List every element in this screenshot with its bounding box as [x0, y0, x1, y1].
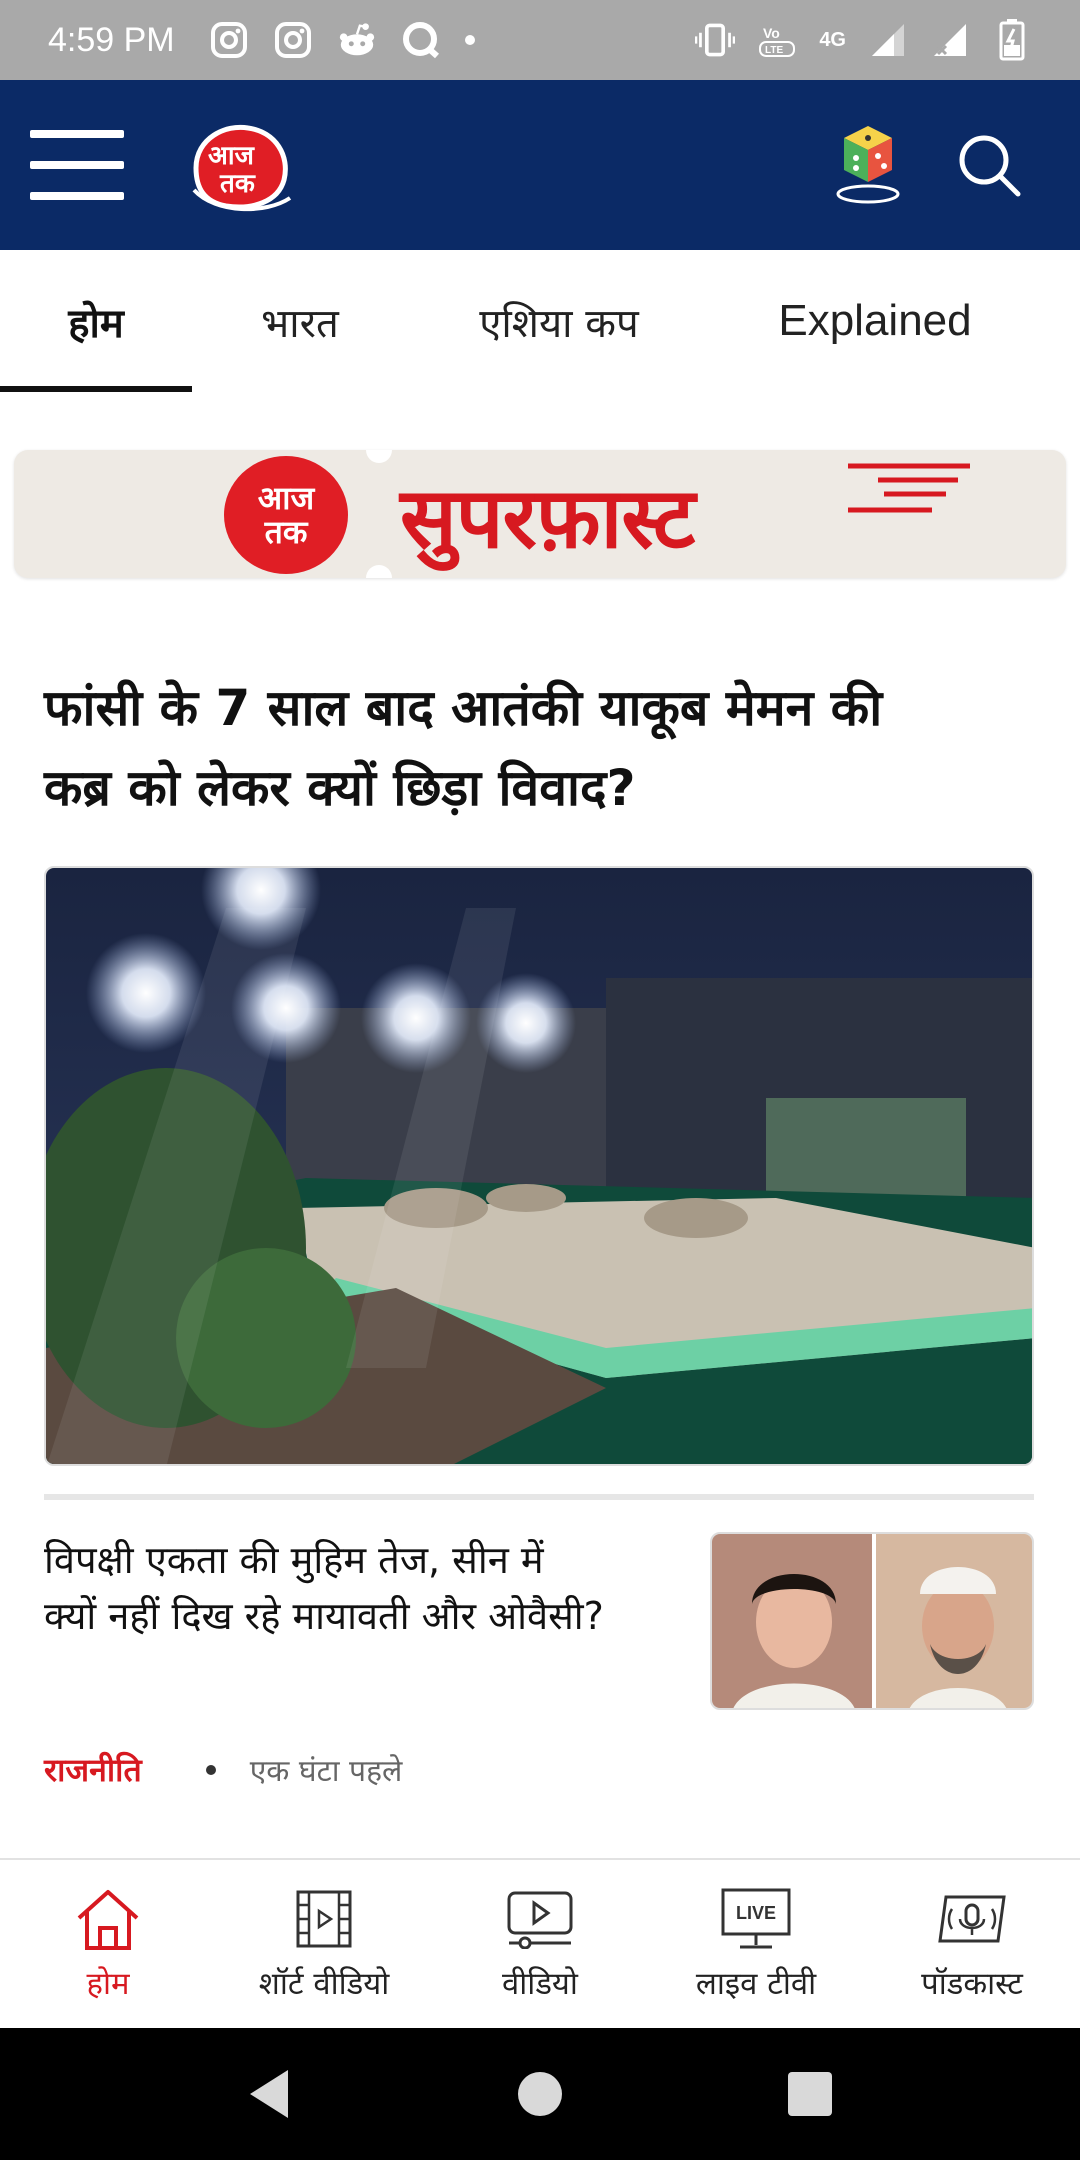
nav-label: पॉडकास्ट — [921, 1966, 1023, 2002]
menu-button[interactable] — [30, 130, 124, 200]
banner-logo: आज तक — [224, 456, 348, 574]
video-icon — [500, 1884, 580, 1954]
volte-icon: Vo LTE — [757, 20, 797, 60]
nav-label: होम — [86, 1966, 130, 2002]
signal-icon — [868, 20, 908, 60]
svg-text:आज: आज — [208, 141, 256, 171]
active-tab-indicator — [0, 386, 192, 392]
menu-icon-bar — [30, 161, 124, 169]
story-meta: राजनीति एक घंटा पहले — [44, 1748, 402, 1791]
banner-notch — [366, 565, 392, 578]
menu-icon-bar — [30, 130, 124, 138]
screen: 4:59 PM Vo LTE 4G आज तक होम भारत एशिया क… — [0, 0, 1080, 2160]
instagram-icon — [273, 20, 313, 60]
svg-text:LTE: LTE — [765, 45, 783, 56]
nav-label: शॉर्ट वीडियो — [258, 1966, 390, 2002]
bottom-navigation: होम शॉर्ट वीडियो वीडियो LIVE लाइव टीवी प… — [0, 1858, 1080, 2028]
back-icon[interactable] — [240, 2064, 300, 2124]
story-divider — [44, 1494, 1034, 1500]
banner-notch — [366, 450, 392, 463]
podcast-icon — [932, 1884, 1012, 1954]
live-tv-icon: LIVE — [716, 1884, 796, 1954]
network-type: 4G — [819, 28, 846, 51]
vibrate-icon — [695, 20, 736, 60]
lead-story-image[interactable] — [44, 866, 1034, 1466]
system-navigation-bar — [0, 2028, 1080, 2160]
nav-video[interactable]: वीडियो — [432, 1860, 648, 2030]
home-icon — [68, 1884, 148, 1954]
svg-text:तक: तक — [219, 169, 256, 199]
story-thumbnail[interactable] — [710, 1532, 1034, 1710]
lead-story-title[interactable]: फांसी के 7 साल बाद आतंकी याकूब मेमन की क… — [44, 668, 924, 828]
story-category[interactable]: राजनीति — [44, 1748, 142, 1791]
nav-label: वीडियो — [502, 1966, 578, 2002]
menu-icon-bar — [30, 192, 124, 200]
home-button-icon[interactable] — [510, 2064, 570, 2124]
system-icons: Vo LTE 4G — [695, 19, 1032, 61]
signal-icon — [930, 20, 970, 60]
tab-bharat[interactable]: भारत — [212, 250, 388, 392]
svg-text:Vo: Vo — [763, 25, 780, 41]
search-icon[interactable] — [958, 134, 1022, 198]
nav-podcast[interactable]: पॉडकास्ट — [864, 1860, 1080, 2030]
speed-lines-icon — [848, 463, 970, 513]
dice-game-icon[interactable] — [832, 116, 904, 206]
aajtak-logo[interactable]: आज तक — [186, 118, 294, 214]
status-bar: 4:59 PM Vo LTE 4G — [0, 0, 1080, 80]
dot-icon — [464, 35, 475, 45]
banner-title: सुपरफ़ास्ट — [400, 468, 695, 567]
story-title[interactable]: विपक्षी एकता की मुहिम तेज, सीन में क्यों… — [44, 1532, 604, 1644]
notification-icons — [209, 20, 475, 60]
tab-explained[interactable]: Explained — [740, 250, 1010, 392]
app-header: आज तक — [0, 80, 1080, 250]
battery-icon — [992, 19, 1032, 61]
tab-asia-cup[interactable]: एशिया कप — [448, 250, 670, 392]
instagram-icon — [209, 20, 249, 60]
live-tv-icon-text: LIVE — [735, 1902, 776, 1923]
banner-logo-text: आज तक — [257, 479, 315, 551]
nav-label: लाइव टीवी — [695, 1966, 817, 2002]
meta-separator — [205, 1764, 216, 1775]
section-tabs: होम भारत एशिया कप Explained — [0, 250, 1080, 392]
short-video-icon — [284, 1884, 364, 1954]
story-timestamp: एक घंटा पहले — [249, 1754, 403, 1789]
reddit-icon — [337, 20, 377, 60]
nav-home[interactable]: होम — [0, 1860, 216, 2030]
status-time: 4:59 PM — [48, 20, 175, 59]
recents-icon[interactable] — [780, 2064, 840, 2124]
nav-short-video[interactable]: शॉर्ट वीडियो — [216, 1860, 432, 2030]
nav-live-tv[interactable]: LIVE लाइव टीवी — [648, 1860, 864, 2030]
tab-home[interactable]: होम — [0, 250, 192, 392]
chat-icon — [401, 20, 441, 60]
